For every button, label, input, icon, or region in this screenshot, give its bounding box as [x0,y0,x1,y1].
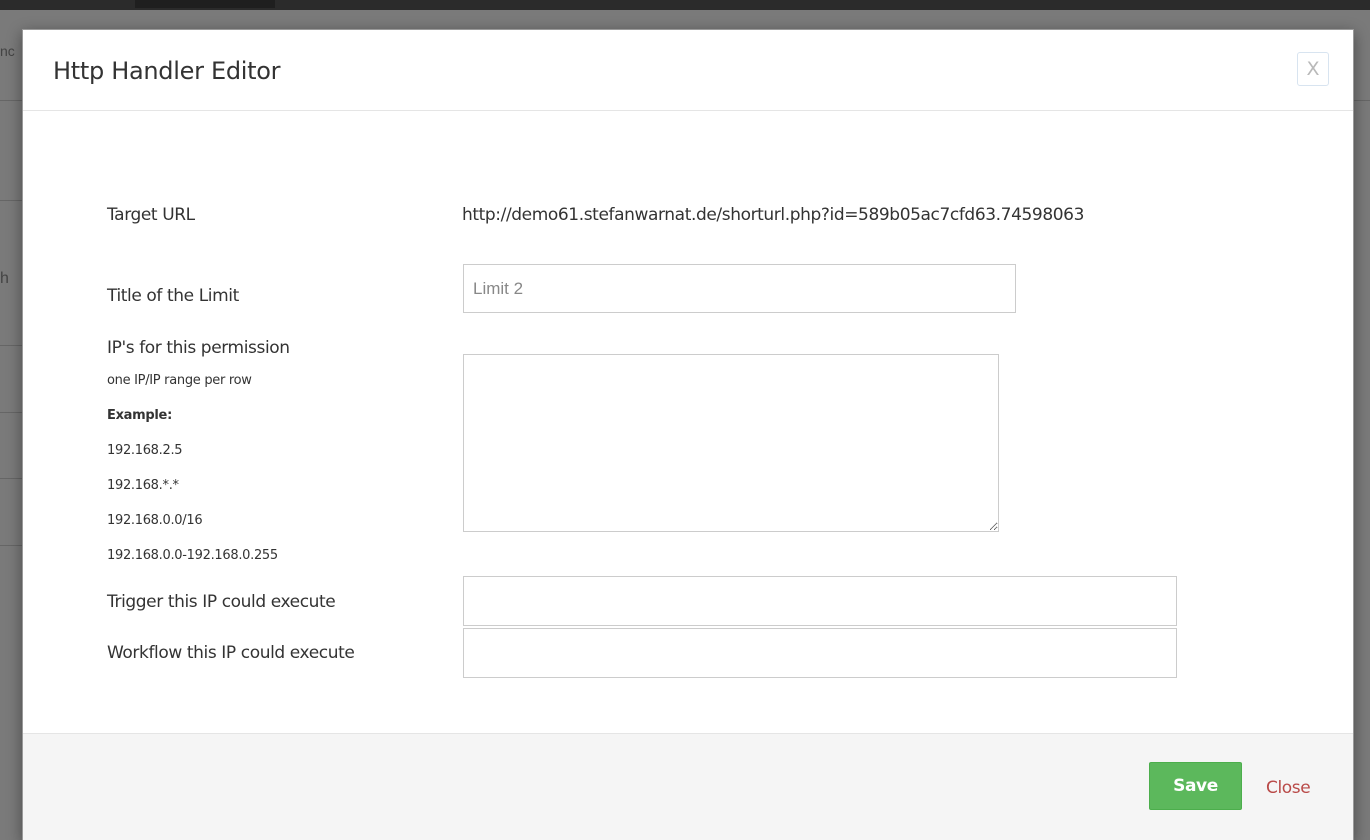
workflow-input[interactable] [463,628,1177,678]
title-label: Title of the Limit [107,286,239,306]
background-divider [1354,100,1370,101]
workflow-label: Workflow this IP could execute [107,643,355,663]
close-icon[interactable]: X [1297,52,1329,86]
modal-footer: Save Close [23,733,1353,840]
title-input[interactable] [463,264,1016,313]
ips-example-label: Example: [107,408,172,423]
background-text-fragment: h [0,270,9,287]
target-url-value: http://demo61.stefanwarnat.de/shorturl.p… [462,205,1084,225]
background-text-fragment: nc [0,43,15,59]
http-handler-editor-modal: Http Handler Editor X Target URL http://… [22,29,1354,840]
trigger-label: Trigger this IP could execute [107,592,336,612]
ips-textarea[interactable] [463,354,999,532]
target-url-label: Target URL [107,205,195,225]
ips-label: IP's for this permission [107,338,290,358]
ips-hint: one IP/IP range per row [107,373,252,388]
modal-title: Http Handler Editor [53,57,281,85]
ips-example: 192.168.2.5 [107,443,183,458]
modal-header: Http Handler Editor X [23,30,1353,111]
save-button[interactable]: Save [1149,762,1242,810]
trigger-input[interactable] [463,576,1177,626]
ips-example: 192.168.*.* [107,478,179,493]
close-link[interactable]: Close [1266,778,1311,798]
ips-example: 192.168.0.0-192.168.0.255 [107,548,278,563]
background-active-tab [135,0,275,8]
ips-example: 192.168.0.0/16 [107,513,203,528]
